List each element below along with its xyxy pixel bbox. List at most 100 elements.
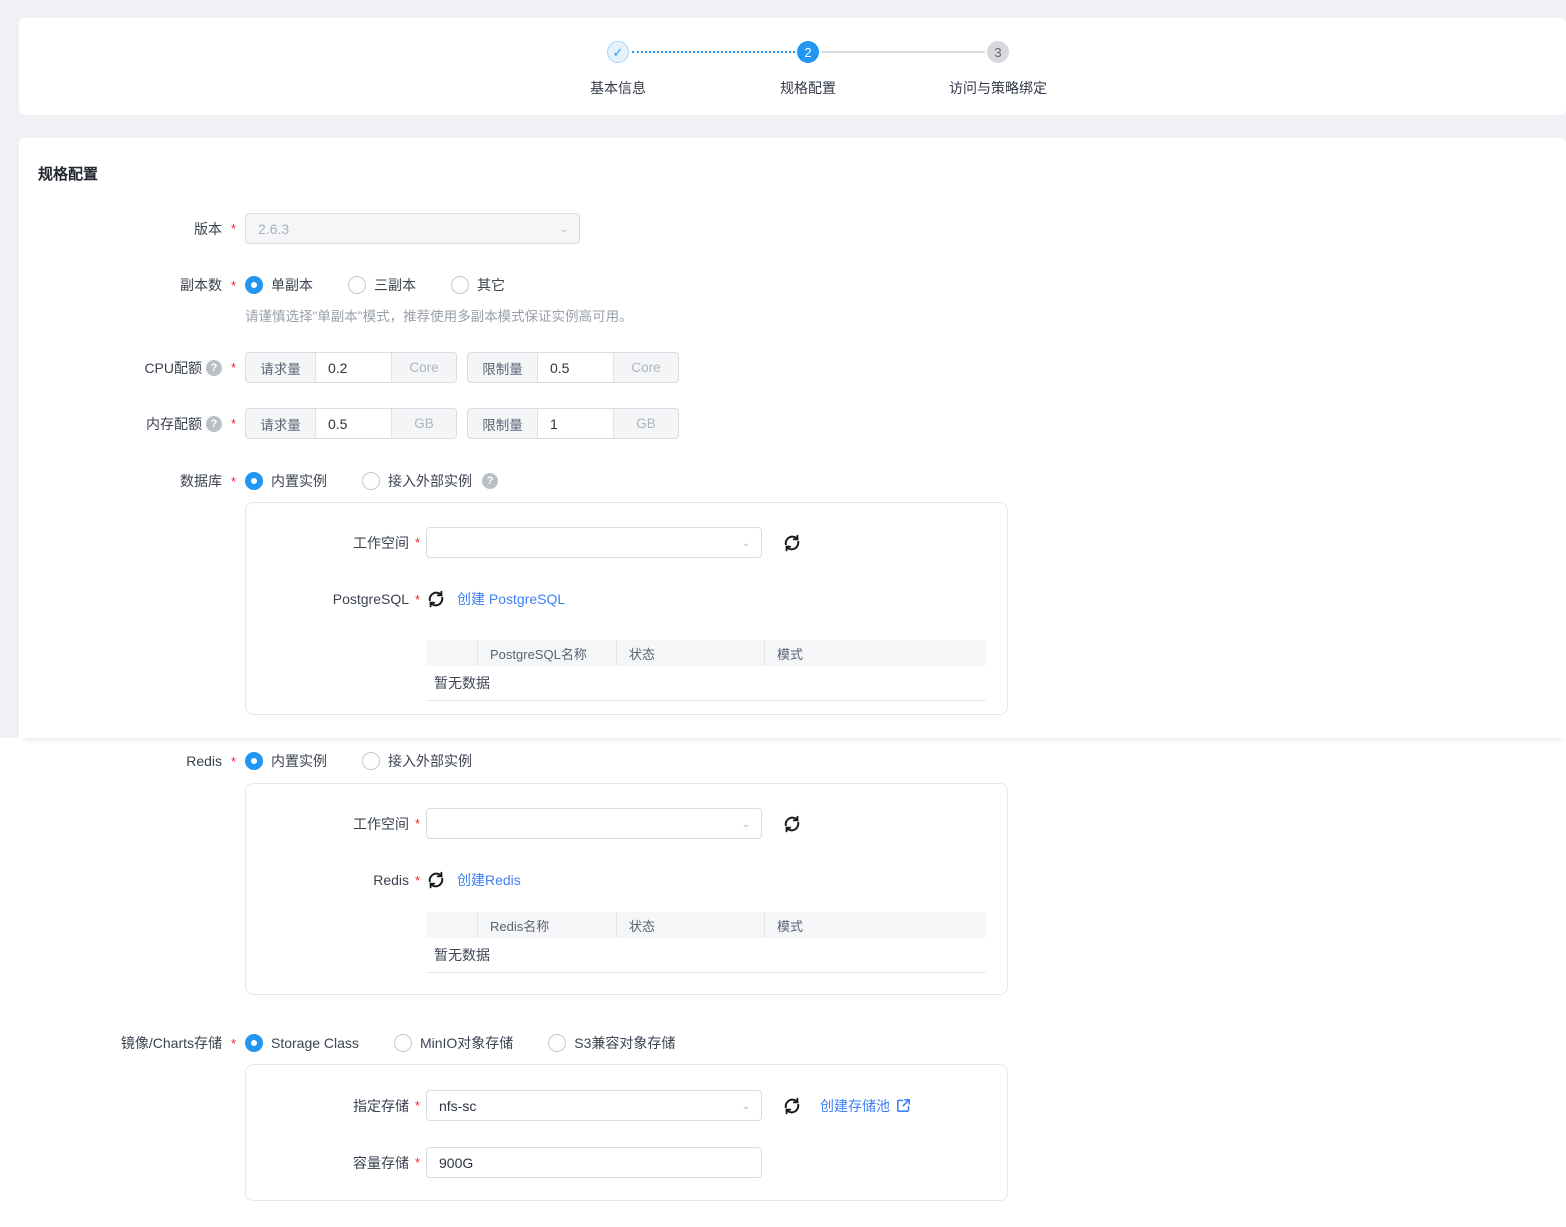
- step-1-label[interactable]: 基本信息: [590, 78, 646, 98]
- help-icon[interactable]: ?: [482, 473, 498, 489]
- cpu-request-input[interactable]: [316, 353, 391, 382]
- chevron-down-icon: ⌄: [741, 818, 751, 829]
- header-cell-name: Redis名称: [477, 912, 616, 938]
- database-option-external[interactable]: 接入外部实例: [362, 471, 472, 491]
- table-header: PostgreSQL名称 状态 模式: [426, 640, 986, 666]
- radio-label: 三副本: [374, 275, 416, 295]
- radio-icon[interactable]: [362, 472, 380, 490]
- cpu-request-group: 请求量 Core: [245, 352, 457, 383]
- redis-table: Redis名称 状态 模式 暂无数据: [426, 912, 986, 973]
- version-row: 版本 * 2.6.3 ⌄: [19, 213, 1566, 244]
- workspace-select[interactable]: ⌄: [426, 808, 762, 839]
- required-asterisk: *: [409, 592, 426, 607]
- external-link-icon: [896, 1098, 911, 1113]
- refresh-icon[interactable]: [426, 870, 446, 890]
- required-asterisk: *: [222, 754, 245, 769]
- table-empty-row: 暂无数据: [426, 666, 986, 701]
- redis-panel: 工作空间 * ⌄ Redis *: [245, 783, 1008, 995]
- radio-icon[interactable]: [362, 752, 380, 770]
- spec-config-card: 规格配置 版本 * 2.6.3 ⌄ 副本数 * 单副本 三副本 其它 请谨慎选择…: [19, 138, 1566, 738]
- redis-option-external[interactable]: 接入外部实例: [362, 751, 472, 771]
- create-storage-pool-link[interactable]: 创建存储池: [820, 1096, 911, 1116]
- postgresql-row: PostgreSQL * 创建 PostgreSQL: [246, 589, 1007, 609]
- step-2-circle: 2: [797, 41, 819, 63]
- version-select[interactable]: 2.6.3 ⌄: [245, 213, 580, 244]
- header-cell-mode: 模式: [764, 640, 986, 666]
- step-2-label[interactable]: 规格配置: [780, 78, 836, 98]
- required-asterisk: *: [409, 535, 426, 550]
- required-asterisk: *: [222, 278, 245, 293]
- redis-option-builtin[interactable]: 内置实例: [245, 751, 327, 771]
- cpu-unit-suffix: Core: [391, 353, 456, 382]
- postgresql-table: PostgreSQL名称 状态 模式 暂无数据: [426, 640, 986, 701]
- storage-panel: 指定存储 * nfs-sc ⌄ 创建存储池 容量存储 *: [245, 1064, 1008, 1201]
- storage-capacity-input[interactable]: [426, 1147, 762, 1178]
- create-postgresql-link[interactable]: 创建 PostgreSQL: [457, 589, 565, 609]
- memory-quota-label-text: 内存配额: [146, 414, 202, 434]
- memory-limit-group: 限制量 GB: [467, 408, 679, 439]
- stepper: ✓ 2 3 基本信息 规格配置 访问与策略绑定: [19, 18, 1566, 115]
- radio-icon[interactable]: [394, 1034, 412, 1052]
- radio-label: 其它: [477, 275, 505, 295]
- radio-icon[interactable]: [451, 276, 469, 294]
- workspace-select[interactable]: ⌄: [426, 527, 762, 558]
- memory-request-input[interactable]: [316, 409, 391, 438]
- cpu-limit-input[interactable]: [538, 353, 613, 382]
- radio-selected-icon[interactable]: [245, 276, 263, 294]
- limit-prefix: 限制量: [468, 353, 538, 382]
- workspace-label: 工作空间: [246, 814, 409, 834]
- refresh-icon[interactable]: [426, 589, 446, 609]
- refresh-icon[interactable]: [782, 814, 802, 834]
- help-icon[interactable]: ?: [206, 360, 222, 376]
- storage-class-select[interactable]: nfs-sc ⌄: [426, 1090, 762, 1121]
- radio-label: 内置实例: [271, 471, 327, 491]
- help-icon[interactable]: ?: [206, 416, 222, 432]
- radio-label: 接入外部实例: [388, 471, 472, 491]
- chevron-down-icon: ⌄: [559, 223, 569, 234]
- radio-label: Storage Class: [271, 1035, 359, 1051]
- radio-label: 单副本: [271, 275, 313, 295]
- replicas-row: 副本数 * 单副本 三副本 其它: [19, 275, 1566, 295]
- header-cell-name: PostgreSQL名称: [477, 640, 616, 666]
- step-3-circle: 3: [987, 41, 1009, 63]
- radio-selected-icon[interactable]: [245, 752, 263, 770]
- redis-row: Redis * 内置实例 接入外部实例: [19, 751, 1566, 771]
- memory-quota-row: 内存配额 ? * 请求量 GB 限制量 GB: [19, 408, 1566, 439]
- version-select-value: 2.6.3: [258, 221, 289, 237]
- replicas-option-single[interactable]: 单副本: [245, 275, 313, 295]
- step-3-label[interactable]: 访问与策略绑定: [949, 78, 1047, 98]
- radio-icon[interactable]: [348, 276, 366, 294]
- postgresql-label: PostgreSQL: [246, 591, 409, 607]
- radio-selected-icon[interactable]: [245, 1034, 263, 1052]
- replicas-label: 副本数: [19, 275, 222, 295]
- cpu-limit-group: 限制量 Core: [467, 352, 679, 383]
- required-asterisk: *: [222, 360, 245, 375]
- memory-limit-input[interactable]: [538, 409, 613, 438]
- storage-option-storageclass[interactable]: Storage Class: [245, 1034, 359, 1052]
- replicas-option-triple[interactable]: 三副本: [348, 275, 416, 295]
- workspace-label: 工作空间: [246, 533, 409, 553]
- redis-label: Redis: [19, 753, 222, 769]
- version-label: 版本: [19, 219, 222, 239]
- required-asterisk: *: [222, 474, 245, 489]
- storage-option-s3[interactable]: S3兼容对象存储: [548, 1033, 675, 1053]
- refresh-icon[interactable]: [782, 1096, 802, 1116]
- database-row: 数据库 * 内置实例 接入外部实例 ?: [19, 471, 1566, 491]
- workspace-row: 工作空间 * ⌄: [246, 527, 1007, 558]
- cpu-quota-row: CPU配额 ? * 请求量 Core 限制量 Core: [19, 352, 1566, 383]
- header-cell-empty: [426, 912, 477, 938]
- radio-selected-icon[interactable]: [245, 472, 263, 490]
- check-icon: ✓: [613, 46, 624, 59]
- database-option-builtin[interactable]: 内置实例: [245, 471, 327, 491]
- required-asterisk: *: [409, 1155, 426, 1170]
- request-prefix: 请求量: [246, 353, 316, 382]
- create-redis-link[interactable]: 创建Redis: [457, 870, 521, 890]
- storage-option-minio[interactable]: MinIO对象存储: [394, 1033, 513, 1053]
- header-cell-status: 状态: [616, 640, 764, 666]
- required-asterisk: *: [409, 1098, 426, 1113]
- refresh-icon[interactable]: [782, 533, 802, 553]
- memory-request-group: 请求量 GB: [245, 408, 457, 439]
- replicas-option-other[interactable]: 其它: [451, 275, 505, 295]
- radio-icon[interactable]: [548, 1034, 566, 1052]
- radio-label: MinIO对象存储: [420, 1033, 513, 1053]
